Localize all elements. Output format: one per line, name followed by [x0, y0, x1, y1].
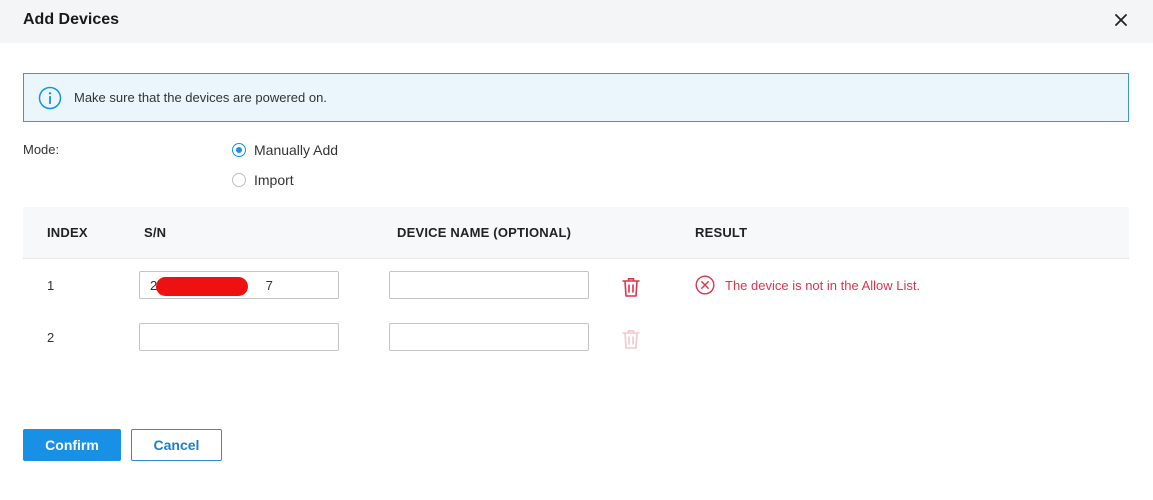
row-index: 1: [47, 278, 55, 293]
close-icon: [1115, 14, 1127, 26]
radio-import[interactable]: Import: [232, 172, 294, 188]
mode-label: Mode:: [23, 142, 60, 157]
radio-button-checked[interactable]: [232, 143, 246, 157]
row-index: 2: [47, 330, 55, 345]
dialog-title: Add Devices: [23, 11, 120, 28]
radio-button-unchecked[interactable]: [232, 173, 246, 187]
close-button[interactable]: [1110, 8, 1132, 32]
column-header-result: RESULT: [695, 225, 748, 240]
sn-input[interactable]: [139, 323, 339, 351]
confirm-button[interactable]: Confirm: [23, 429, 121, 461]
column-header-index: INDEX: [47, 225, 88, 240]
device-name-input[interactable]: [389, 271, 589, 299]
trash-icon: [622, 330, 640, 349]
radio-manually-add[interactable]: Manually Add: [232, 142, 338, 158]
trash-icon[interactable]: [622, 277, 640, 297]
radio-label-import: Import: [254, 172, 294, 188]
info-icon: [38, 86, 62, 109]
cancel-button[interactable]: Cancel: [131, 429, 222, 461]
radio-label-manually-add: Manually Add: [254, 142, 339, 158]
redaction-mark: [156, 277, 248, 296]
result-text: The device is not in the Allow List.: [725, 277, 921, 293]
column-header-device-name: DEVICE NAME (OPTIONAL): [397, 225, 572, 240]
dialog-header: Add Devices: [0, 0, 1153, 43]
result-message: The device is not in the Allow List.: [695, 275, 920, 295]
notice-text: Make sure that the devices are powered o…: [74, 90, 327, 105]
error-circle-icon: [695, 275, 715, 295]
table-header: INDEX S/N DEVICE NAME (OPTIONAL) RESULT: [23, 207, 1129, 259]
column-header-sn: S/N: [144, 225, 167, 240]
device-name-input[interactable]: [389, 323, 589, 351]
info-notice: Make sure that the devices are powered o…: [23, 73, 1129, 122]
